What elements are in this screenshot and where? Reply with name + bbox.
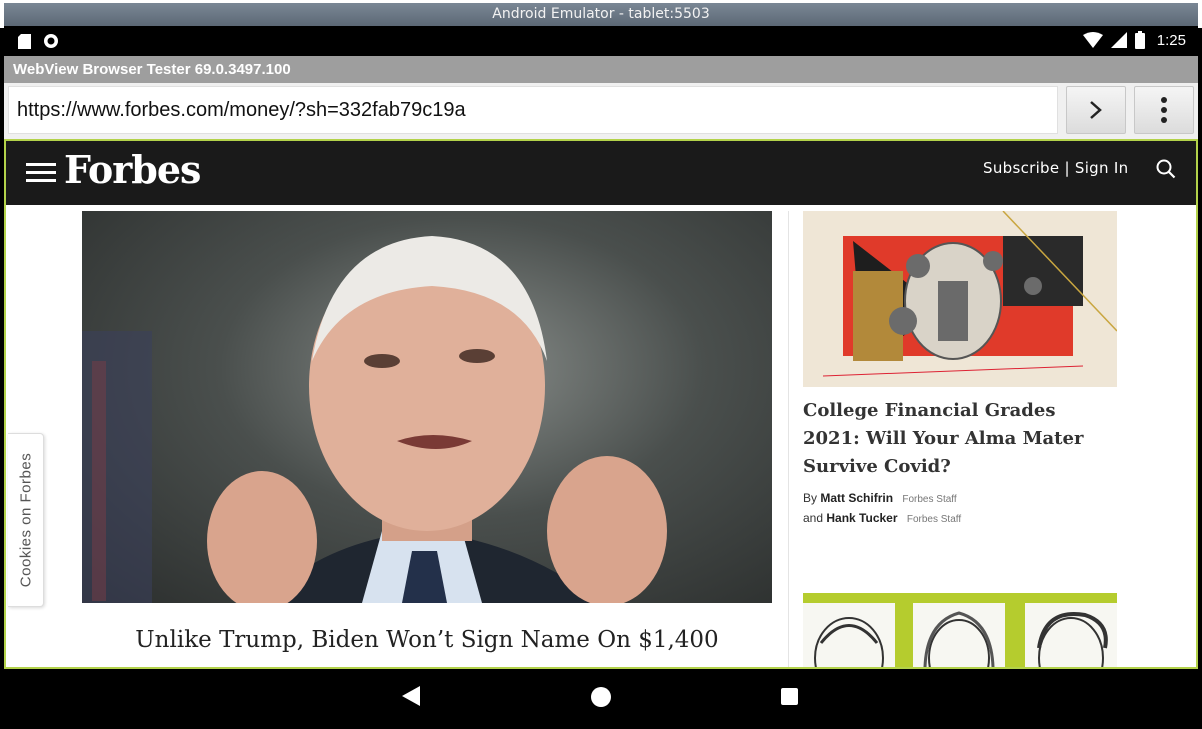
recents-icon[interactable] [781,688,798,705]
second-story-image[interactable] [803,593,1117,667]
forbes-header: Forbes Subscribe | Sign In [6,141,1196,205]
url-row: https://www.forbes.com/money/?sh=332fab7… [4,83,1198,139]
wifi-icon [1082,32,1103,48]
status-bar: 1:25 [4,26,1198,56]
emulator-window-titlebar: Android Emulator - tablet:5503 [0,0,1202,28]
author-link[interactable]: Hank Tucker [826,511,897,525]
portrait-illustration [913,603,1005,667]
side-story-byline: By Matt Schifrin Forbes Staff and Hank T… [803,489,961,529]
webview: Forbes Subscribe | Sign In Unlike Trump,… [4,139,1198,669]
portrait-illustration [803,603,895,667]
side-story-headline[interactable]: College Financial Grades 2021: Will Your… [803,397,1103,481]
more-vert-icon [1161,97,1167,123]
byline-by: By [803,491,818,505]
portrait-illustration [1025,603,1117,667]
status-time: 1:25 [1156,31,1186,49]
record-icon [44,34,58,48]
url-input[interactable]: https://www.forbes.com/money/?sh=332fab7… [8,86,1058,134]
home-icon[interactable] [591,687,611,707]
author-link[interactable]: Matt Schifrin [820,491,893,505]
search-icon[interactable] [1156,159,1176,179]
forbes-logo[interactable]: Forbes [64,147,201,192]
hero-headline[interactable]: Unlike Trump, Biden Won’t Sign Name On $… [82,627,772,653]
app-title: WebView Browser Tester 69.0.3497.100 [4,56,1198,83]
battery-icon [1134,31,1145,49]
column-divider [788,211,789,667]
cookies-tab-label: Cookies on Forbes [17,452,34,588]
subscribe-sign-in-link[interactable]: Subscribe | Sign In [983,159,1128,177]
cookies-tab[interactable]: Cookies on Forbes [8,433,44,607]
window-title: Android Emulator - tablet:5503 [4,3,1198,26]
android-nav-bar [4,669,1198,725]
overflow-menu-button[interactable] [1134,86,1194,134]
go-button[interactable] [1066,86,1126,134]
hamburger-menu-icon[interactable] [26,163,56,183]
hero-image[interactable] [82,211,772,603]
byline-and: and [803,511,824,525]
side-story-image[interactable] [803,211,1117,387]
cell-signal-icon [1110,32,1127,48]
sd-card-icon [18,33,31,49]
author-role: Forbes Staff [902,494,957,505]
device-screen: 1:25 WebView Browser Tester 69.0.3497.10… [4,26,1198,725]
back-icon[interactable] [402,686,420,706]
author-role: Forbes Staff [906,514,962,525]
chevron-right-icon [1090,101,1102,119]
